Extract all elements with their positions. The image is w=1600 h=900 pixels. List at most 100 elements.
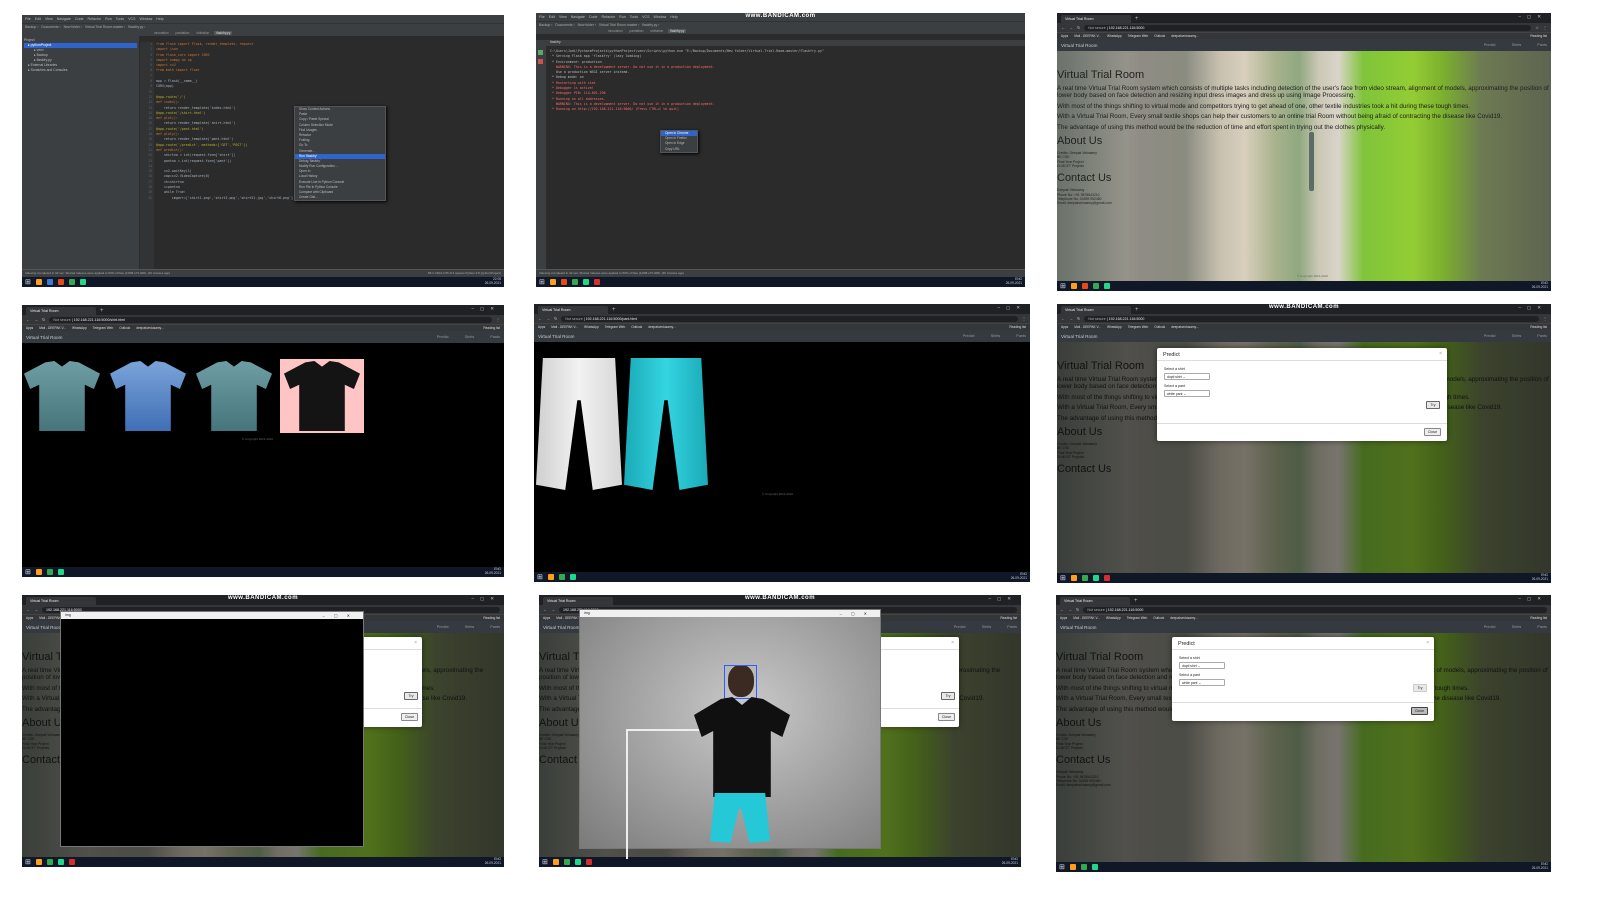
reload-icon[interactable]: ↻ — [554, 316, 557, 321]
bandicam-icon[interactable] — [593, 279, 600, 285]
bookmark-item[interactable]: Outlook — [119, 326, 130, 330]
site-brand[interactable]: Virtual Trial Room — [26, 335, 62, 340]
menu-icon[interactable]: ⋮ — [1543, 25, 1547, 30]
close-button[interactable]: Close — [1424, 428, 1441, 436]
nav-link[interactable]: Predict — [437, 335, 449, 339]
pant-select[interactable]: white pant ⌄ — [1179, 679, 1225, 686]
chrome-icon[interactable] — [1081, 575, 1088, 581]
nav-link[interactable]: Pants — [1537, 625, 1547, 629]
close-button[interactable]: Close — [1411, 707, 1428, 715]
back-icon[interactable]: ← — [1061, 25, 1065, 30]
back-icon[interactable]: ← — [1061, 316, 1065, 321]
pycharm-icon[interactable] — [57, 569, 64, 575]
nav-link[interactable]: Shirts — [982, 625, 992, 629]
nav-link[interactable]: Predict — [954, 625, 966, 629]
url-input[interactable]: Not secure | 192.168.221.116:5000 — [1083, 606, 1547, 613]
breadcrumb-item[interactable]: Virtual Trial Room-master › — [599, 23, 639, 27]
pycharm-icon[interactable] — [582, 279, 589, 285]
windows-start-icon[interactable]: ⊞ — [1060, 283, 1066, 290]
windows-start-icon[interactable]: ⊞ — [25, 569, 31, 576]
bookmark-item[interactable]: Apps — [538, 325, 545, 329]
bookmark-item[interactable]: Mail - DEEPAK V... — [1074, 34, 1101, 38]
reading-list-button[interactable]: Reading list — [483, 616, 500, 620]
chrome-icon[interactable] — [68, 279, 75, 285]
chrome-icon[interactable] — [571, 279, 578, 285]
bookmark-item[interactable]: Telegram Web — [1128, 34, 1149, 38]
bookmark-item[interactable]: WhatsApp — [584, 325, 599, 329]
menu-icon[interactable]: ⋮ — [496, 317, 500, 322]
window-controls[interactable]: –▢✕ — [1518, 596, 1547, 602]
editor-tab[interactable]: pantiation — [628, 29, 646, 33]
menu-item[interactable]: Edit — [35, 17, 41, 21]
browser-tab[interactable]: Virtual Trial Room — [1060, 597, 1130, 605]
editor-tab[interactable]: pantiation — [174, 31, 192, 35]
try-button[interactable]: Try — [1426, 401, 1440, 409]
window-controls[interactable]: –▢✕ — [997, 305, 1026, 311]
menu-item[interactable]: Refactor — [88, 17, 102, 21]
breadcrumb-item[interactable]: New folder › — [64, 25, 82, 29]
windows-start-icon[interactable]: ⊞ — [539, 279, 545, 286]
menu-item[interactable]: File — [25, 17, 31, 21]
menu-item[interactable]: Tools — [116, 17, 124, 21]
back-icon[interactable]: ← — [26, 317, 30, 322]
browser-tab[interactable]: Virtual Trial Room — [538, 306, 608, 314]
reload-icon[interactable]: ↻ — [42, 317, 45, 322]
context-menu-item[interactable]: Copy URL — [661, 147, 697, 152]
pant-2-image[interactable] — [624, 358, 708, 490]
forward-icon[interactable]: → — [1069, 316, 1073, 321]
bookmark-item[interactable]: Mail - DEEPAK V... — [39, 326, 66, 330]
site-brand[interactable]: Virtual Trial Room — [1061, 43, 1097, 48]
window-controls[interactable]: –▢✕ — [323, 612, 359, 619]
bookmark-item[interactable]: deepakvedusamy... — [136, 326, 163, 330]
nav-link[interactable]: Pants — [1537, 334, 1547, 338]
reload-icon[interactable]: ↻ — [1077, 316, 1080, 321]
close-icon[interactable]: × — [1426, 640, 1429, 646]
editor-tab[interactable]: shirtation — [648, 29, 665, 33]
windows-start-icon[interactable]: ⊞ — [1060, 575, 1066, 582]
breadcrumb-item[interactable]: New folder › — [578, 23, 596, 27]
bandicam-icon[interactable] — [1103, 575, 1110, 581]
bookmark-item[interactable]: deepakvedusamy... — [1170, 616, 1197, 620]
menu-item[interactable]: VCS — [128, 17, 135, 21]
nav-link[interactable]: Pants — [1007, 625, 1017, 629]
bookmark-item[interactable]: Apps — [26, 326, 33, 330]
reading-list-button[interactable]: Reading list — [1530, 616, 1547, 620]
editor-tab[interactable]: flaskfry.py — [668, 29, 687, 33]
breadcrumb-item[interactable]: flaskfry.py › — [642, 23, 659, 27]
shirt-select[interactable]: dupti shirt ⌄ — [1164, 373, 1210, 380]
run-tab[interactable]: flaskfry — [550, 40, 561, 44]
bookmark-item[interactable]: Outlook — [1154, 325, 1165, 329]
app-icon[interactable] — [1070, 575, 1077, 581]
forward-icon[interactable]: → — [34, 317, 38, 322]
pycharm-icon[interactable] — [1092, 575, 1099, 581]
editor-tab[interactable]: innovation — [152, 31, 171, 35]
site-brand[interactable]: Virtual Trial Room — [1061, 334, 1097, 339]
menu-icon[interactable]: ⋮ — [1022, 316, 1026, 321]
bookmark-item[interactable]: Mail - DEEPAK V... — [551, 325, 578, 329]
breadcrumb-item[interactable]: Backup › — [25, 25, 38, 29]
nav-link[interactable]: Shirts — [465, 625, 475, 629]
browser-tab[interactable]: Virtual Trial Room — [1061, 15, 1131, 23]
bookmark-item[interactable]: Outlook — [631, 325, 642, 329]
breadcrumb-item[interactable]: Backup › — [539, 23, 552, 27]
forward-icon[interactable]: → — [546, 316, 550, 321]
bookmark-item[interactable]: Mail - DEEPAK V... — [1074, 325, 1101, 329]
new-tab-icon[interactable]: + — [612, 306, 616, 314]
back-icon[interactable]: ← — [538, 316, 542, 321]
windows-start-icon[interactable]: ⊞ — [25, 279, 31, 286]
try-button[interactable]: Try — [404, 692, 418, 700]
bookmark-item[interactable]: deepakvedusamy... — [648, 325, 675, 329]
breadcrumb-item[interactable]: Documents › — [555, 23, 574, 27]
close-button[interactable]: Close — [938, 713, 955, 721]
forward-icon[interactable]: → — [1069, 25, 1073, 30]
context-menu-item[interactable]: Create Gist... — [295, 195, 385, 200]
reading-list-button[interactable]: Reading list — [1530, 325, 1547, 329]
app-icon[interactable] — [1070, 283, 1077, 289]
breadcrumb-item[interactable]: Virtual Trial Room-master › — [85, 25, 125, 29]
close-icon[interactable]: × — [1439, 351, 1442, 357]
pant-1-image[interactable] — [536, 358, 622, 490]
app-icon[interactable] — [35, 569, 42, 575]
bookmark-item[interactable]: WhatsApp — [1107, 325, 1122, 329]
bookmark-item[interactable]: deepakvedusamy... — [1171, 325, 1198, 329]
pycharm-icon[interactable] — [569, 574, 576, 580]
